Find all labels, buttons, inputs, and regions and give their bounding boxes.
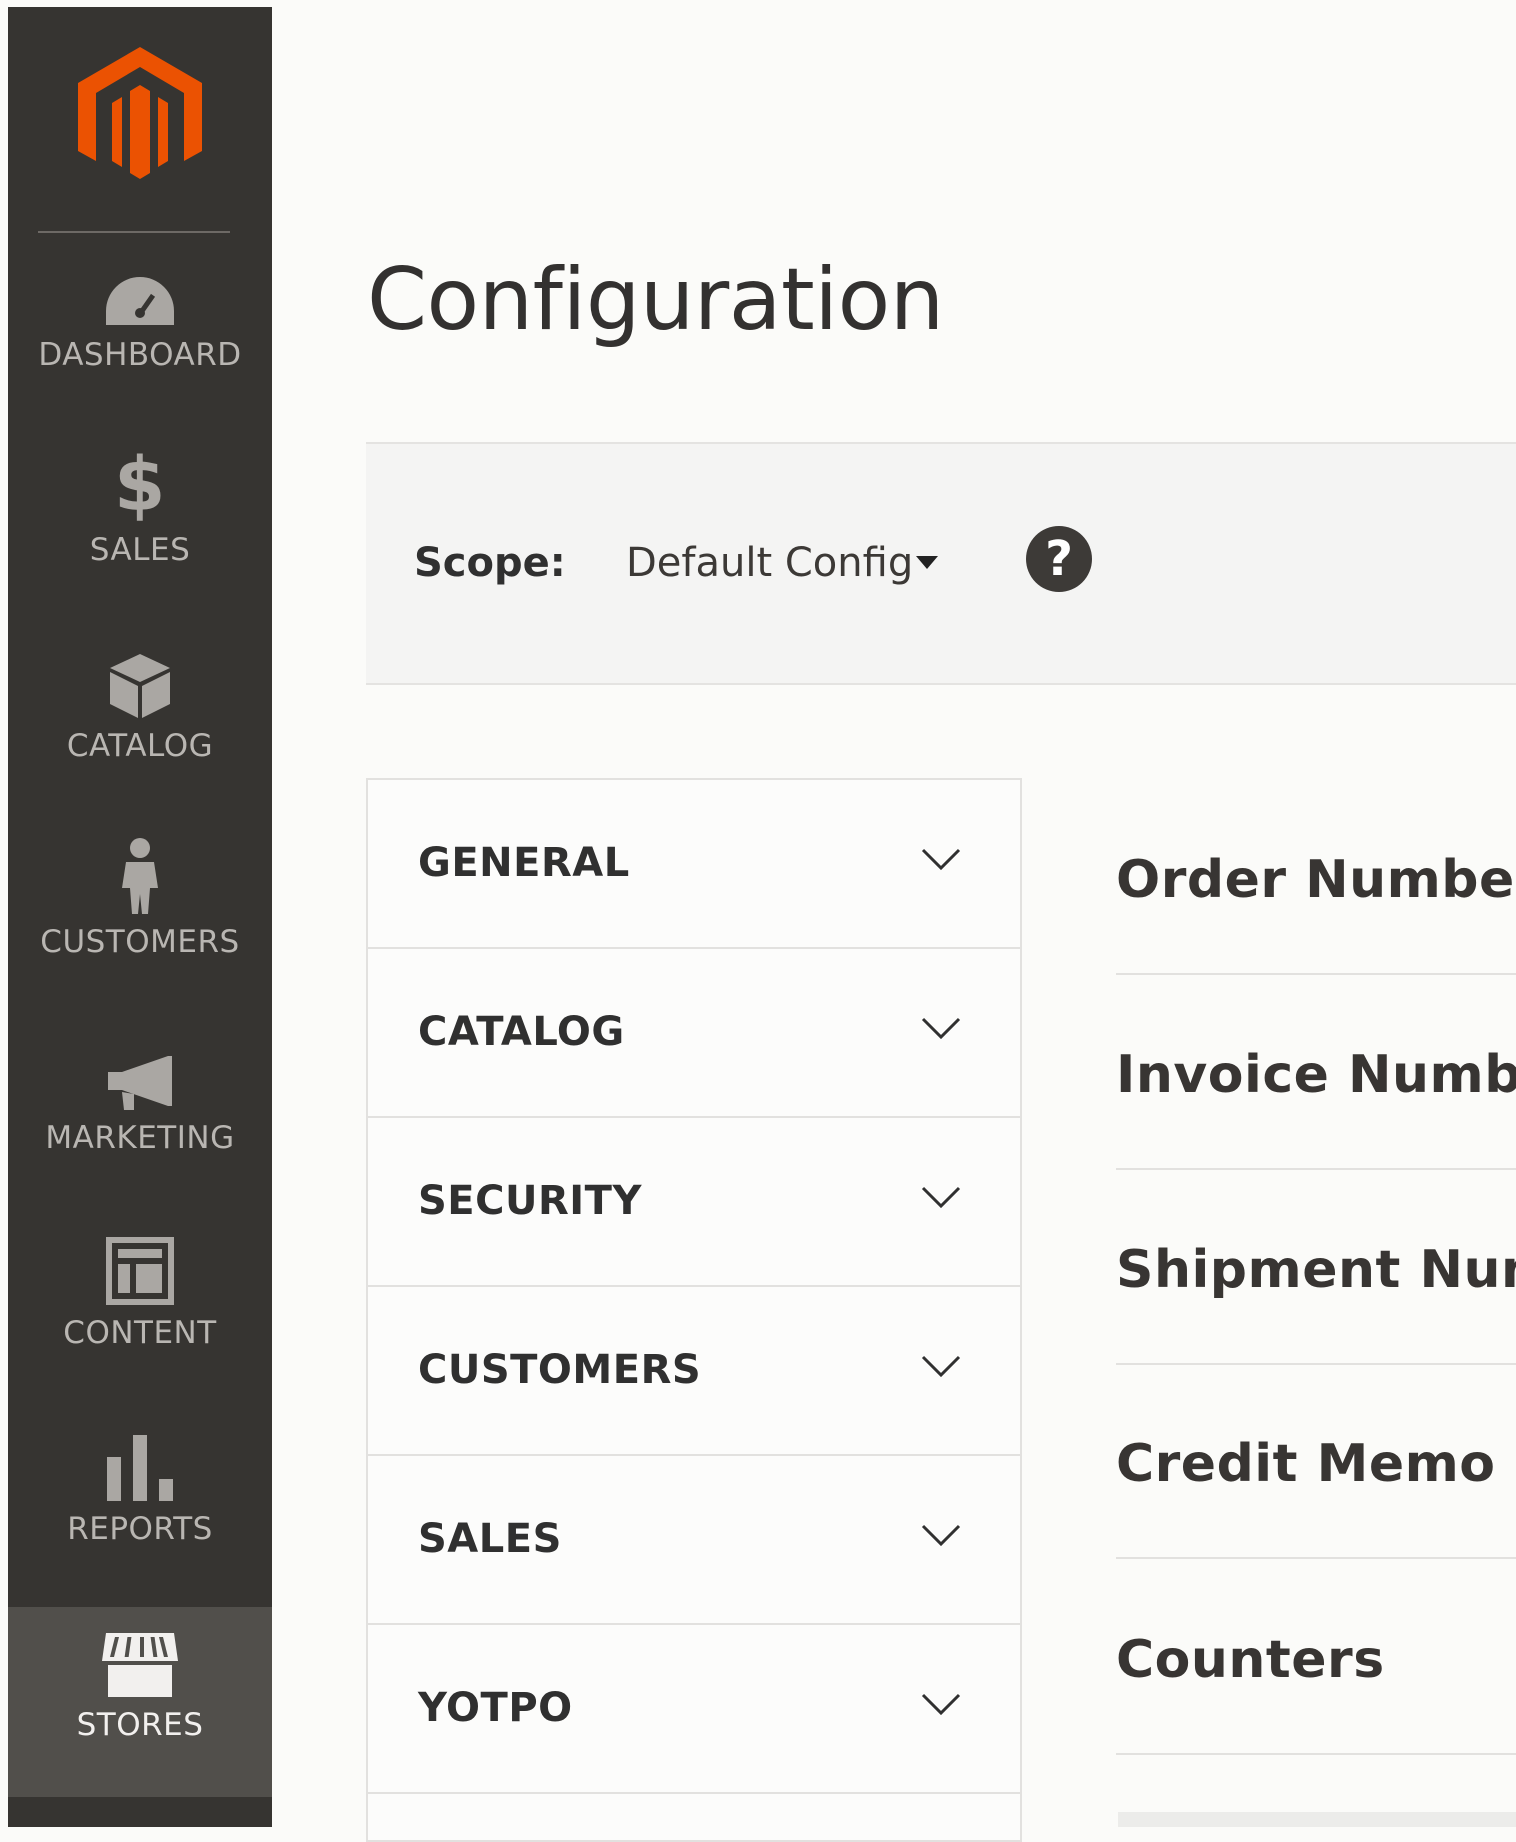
storefront-icon [102, 1633, 178, 1697]
layout-icon [106, 1237, 174, 1305]
nav-catalog[interactable]: CATALOG [8, 628, 272, 818]
box-icon [110, 654, 170, 718]
bar-chart-icon [107, 1435, 173, 1501]
caret-down-icon[interactable] [916, 556, 938, 569]
section-invoice-number[interactable]: Invoice Numbe [1116, 975, 1516, 1170]
admin-sidebar: DASHBOARD $ SALES CATALOG CUSTOMERS MARK… [8, 7, 272, 1827]
chevron-down-icon [921, 848, 961, 871]
page-title: Configuration [367, 250, 944, 350]
help-icon[interactable]: ? [1026, 526, 1092, 592]
nav-content[interactable]: CONTENT [8, 1215, 272, 1405]
tab-security[interactable]: SECURITY [368, 1118, 1020, 1287]
section-counters[interactable]: Counters [1116, 1560, 1516, 1755]
tab-label: SALES [418, 1516, 562, 1562]
section-shipment-number[interactable]: Shipment Num [1116, 1170, 1516, 1365]
tab-customers[interactable]: CUSTOMERS [368, 1287, 1020, 1456]
logo-divider [38, 231, 230, 233]
tab-catalog[interactable]: CATALOG [368, 949, 1020, 1118]
tab-label: CATALOG [418, 1009, 625, 1055]
nav-stores[interactable]: STORES [8, 1607, 272, 1797]
tab-label: CUSTOMERS [418, 1347, 702, 1393]
magento-logo-icon[interactable] [78, 47, 202, 187]
chevron-down-icon [921, 1017, 961, 1040]
section-divider [1118, 1812, 1516, 1827]
nav-marketing[interactable]: MARKETING [8, 1020, 272, 1210]
tab-general[interactable]: GENERAL [368, 780, 1020, 949]
nav-label: CATALOG [66, 728, 214, 764]
nav-label: CUSTOMERS [40, 924, 240, 960]
scope-label: Scope: [414, 540, 566, 586]
config-tabs: GENERAL CATALOG SECURITY CUSTOMERS SALES… [366, 778, 1022, 1842]
chevron-down-icon [921, 1524, 961, 1547]
tab-yotpo[interactable]: YOTPO [368, 1625, 1020, 1794]
scope-switcher[interactable]: Default Config [626, 540, 913, 586]
nav-sales[interactable]: $ SALES [8, 432, 272, 622]
person-icon [122, 838, 158, 914]
nav-label: SALES [89, 532, 191, 568]
chevron-down-icon [921, 1693, 961, 1716]
tab-label: SECURITY [418, 1178, 642, 1224]
nav-label: CONTENT [63, 1315, 217, 1351]
scope-bar: Scope: Default Config ? [366, 442, 1516, 685]
nav-customers[interactable]: CUSTOMERS [8, 824, 272, 1014]
tab-sales[interactable]: SALES [368, 1456, 1020, 1625]
nav-dashboard[interactable]: DASHBOARD [8, 237, 272, 427]
section-title: Invoice Numbe [1116, 1045, 1516, 1105]
megaphone-icon [108, 1056, 172, 1110]
chevron-down-icon [921, 1355, 961, 1378]
dollar-icon: $ [114, 442, 166, 528]
chevron-down-icon [921, 1186, 961, 1209]
dashboard-icon [106, 277, 174, 325]
section-title: Counters [1116, 1630, 1385, 1690]
nav-reports[interactable]: REPORTS [8, 1411, 272, 1601]
tab-label: YOTPO [418, 1685, 573, 1731]
nav-label: DASHBOARD [38, 337, 242, 373]
nav-label: STORES [76, 1707, 204, 1743]
section-order-number[interactable]: Order Number [1116, 780, 1516, 975]
section-title: Shipment Num [1116, 1240, 1516, 1300]
section-credit-memo-number[interactable]: Credit Memo N [1116, 1364, 1516, 1559]
nav-label: REPORTS [67, 1511, 213, 1547]
tab-label: GENERAL [418, 840, 630, 886]
section-title: Credit Memo N [1116, 1434, 1516, 1494]
section-title: Order Number [1116, 850, 1516, 910]
nav-label: MARKETING [45, 1120, 235, 1156]
